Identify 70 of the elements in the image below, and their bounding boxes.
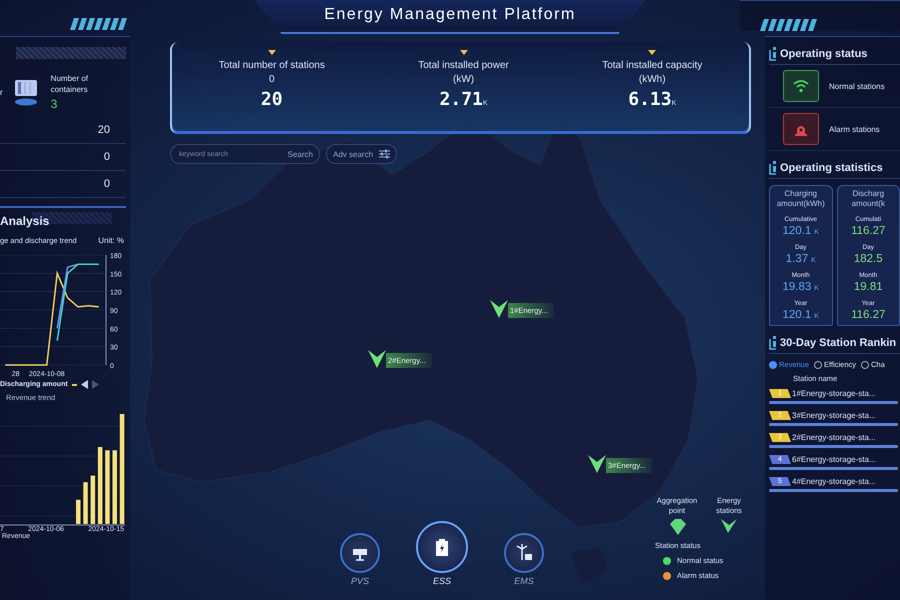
unit-label: Unit: % (98, 236, 124, 245)
stat-value: 20 (260, 89, 283, 110)
station-name[interactable]: 2#Energy-storage-sta... (792, 433, 876, 442)
stat-label: Number of containers (50, 73, 90, 95)
card-title: Discharg amount(k (850, 189, 886, 209)
nav-button[interactable] (416, 521, 468, 573)
nav-button[interactable] (340, 533, 380, 573)
caret-icon (648, 50, 656, 55)
stat-value: 182.5 (854, 253, 883, 265)
unit-label: (kWh) (638, 73, 666, 87)
gem-icon (668, 519, 686, 535)
advanced-search-button[interactable]: Adv search (326, 144, 398, 164)
radio-button[interactable] (814, 360, 822, 368)
section-marker-icon (769, 47, 777, 61)
stat-value: 1.37 (786, 253, 808, 265)
nav-label: PVS (350, 576, 369, 586)
stat-label: Total installed capacity (602, 59, 702, 73)
window-title: Energy Management Platform (254, 0, 646, 34)
stat-value: 0 (104, 151, 110, 163)
stripes-decoration (70, 18, 130, 30)
section-title: Operating status (780, 48, 868, 60)
section-title: Operating statistics (780, 162, 883, 174)
stat-value: 0 (104, 178, 110, 190)
v-marker-icon (490, 300, 508, 320)
section-marker-icon (769, 336, 777, 350)
stripes-decoration (760, 19, 820, 31)
stat-value: 19.83 (782, 281, 812, 293)
stat-value: 2.71 (440, 89, 483, 110)
stat-label: Total number of stations (218, 59, 325, 73)
container-icon (12, 77, 39, 107)
unit-label: (kW) (452, 73, 474, 87)
stat-value: 120.1 (782, 309, 812, 321)
stat-value: 19.81 (854, 281, 883, 293)
chart-bar (83, 482, 88, 524)
caret-icon (268, 50, 276, 55)
unit-label: 0 (268, 73, 275, 87)
radio-button[interactable] (769, 360, 777, 368)
stat-label: Total installed power (418, 59, 509, 73)
card-title: Charging amount(kWh) (776, 189, 826, 209)
section-title: 30-Day Station Rankin (780, 337, 896, 349)
nav-label: ESS (432, 576, 451, 586)
filter-icon (379, 149, 390, 159)
radio-button[interactable] (861, 360, 869, 368)
next-icon (92, 380, 99, 389)
station-name[interactable]: 1#Energy-storage-sta... (792, 389, 876, 398)
stat-value: 20 (98, 124, 110, 136)
search-button[interactable]: Search (288, 150, 313, 158)
caret-icon (460, 50, 468, 55)
chart-bar (76, 500, 80, 524)
stat-value: 120.1 (782, 225, 812, 237)
stat-value: 3 (50, 97, 58, 111)
nav-label: EMS (514, 576, 534, 586)
stat-value: 6.13 (628, 89, 672, 110)
nav-button[interactable] (504, 533, 544, 573)
section-title: Analysis (0, 214, 50, 228)
stat-value: 116.27 (851, 225, 886, 237)
wifi-icon (793, 79, 809, 93)
previous-icon (80, 380, 88, 389)
stat-value: 116.27 (851, 309, 886, 321)
station-name[interactable]: 3#Energy-storage-sta... (792, 411, 876, 420)
v-marker-icon (368, 350, 386, 370)
v-marker-icon (588, 455, 606, 475)
status-label: Alarm stations (829, 124, 880, 134)
v-marker-icon (720, 519, 738, 535)
station-name[interactable]: 6#Energy-storage-sta... (792, 455, 876, 464)
section-marker-icon (769, 161, 777, 175)
station-name[interactable]: 4#Energy-storage-sta... (792, 477, 876, 486)
chart-bar (90, 476, 96, 524)
stat-label: r (0, 88, 3, 96)
status-label: Normal stations (829, 82, 885, 90)
